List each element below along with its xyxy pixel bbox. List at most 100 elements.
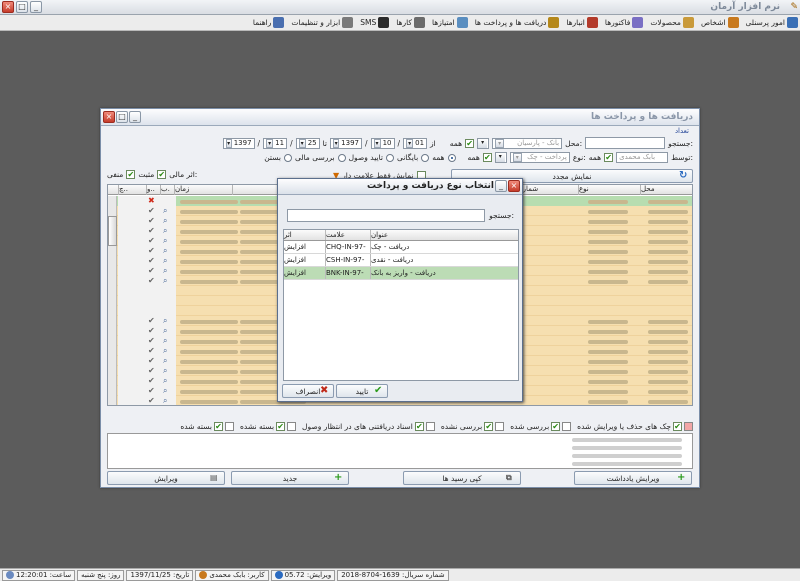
menu-item-7[interactable]: کارها <box>396 17 425 28</box>
legend-checkbox[interactable]: ✔ <box>213 421 223 431</box>
grid-vertical-scrollbar[interactable] <box>108 196 117 405</box>
status-all-checkbox[interactable]: ✔ <box>482 153 492 162</box>
magnifier-icon[interactable]: ⌕ <box>163 247 167 255</box>
magnifier-icon[interactable]: ⌕ <box>163 257 167 265</box>
delete-icon[interactable]: ✖ <box>148 197 155 205</box>
legend-checkbox[interactable]: ✔ <box>484 421 494 431</box>
dialog-close-button[interactable]: × <box>508 180 520 192</box>
type-select[interactable]: ▾ پرداخت - چک <box>509 152 570 163</box>
magnifier-icon[interactable]: ⌕ <box>163 397 167 405</box>
col-code[interactable]: علامت <box>325 230 370 240</box>
dialog-search-input[interactable] <box>287 209 486 222</box>
status-radio-confirmed[interactable] <box>385 153 394 162</box>
type-list-row[interactable]: دریافت - نقدی CSH-IN-97- افزایش <box>284 254 518 267</box>
status-radio-review[interactable] <box>337 153 346 162</box>
effect-positive-checkbox[interactable]: ✔ <box>157 170 167 179</box>
to-day-select[interactable]: ▾ 25 <box>295 137 320 149</box>
dialog-cancel-button[interactable]: انصراف ✖ <box>282 384 334 398</box>
check-icon[interactable]: ✔ <box>148 397 155 405</box>
copy-receipts-button[interactable]: کپی رسید ها ⧉ <box>403 471 521 485</box>
check-icon[interactable]: ✔ <box>148 327 155 335</box>
check-icon[interactable]: ✔ <box>148 267 155 275</box>
status-radio-close[interactable] <box>283 153 292 162</box>
col-title[interactable]: عنوان <box>370 230 518 240</box>
check-icon[interactable]: ✔ <box>148 337 155 345</box>
from-month-select[interactable]: ▾ 10 <box>370 137 395 149</box>
col-location[interactable]: محل <box>640 185 692 195</box>
from-day-select[interactable]: ▾ 01 <box>403 137 428 149</box>
from-year-select[interactable]: ▾ 1397 <box>329 137 362 149</box>
type-list-row[interactable]: دریافت - واریز به بانک BNK-IN-97- افزایش <box>284 267 518 280</box>
menu-item-3[interactable]: فاکتورها <box>605 17 644 28</box>
date-all-checkbox[interactable]: ✔ <box>465 138 475 148</box>
check-icon[interactable]: ✔ <box>148 207 155 215</box>
window-minimize-button[interactable]: _ <box>129 111 141 123</box>
type-list-row[interactable]: دریافت - چک CHQ-IN-97- افزایش <box>284 241 518 254</box>
col-v[interactable]: و.. <box>146 185 160 195</box>
legend-checkbox[interactable]: ✔ <box>551 421 561 431</box>
check-icon[interactable]: ✔ <box>148 227 155 235</box>
by-all-checkbox[interactable]: ✔ <box>604 153 614 162</box>
magnifier-icon[interactable]: ⌕ <box>163 207 167 215</box>
magnifier-icon[interactable]: ⌕ <box>163 377 167 385</box>
menu-item-0[interactable]: امور پرسنلی <box>746 17 798 28</box>
new-button[interactable]: جدید + <box>231 471 349 485</box>
app-close-button[interactable]: × <box>2 1 14 13</box>
location-select[interactable]: ▾ بانک - پارسیان <box>492 137 563 149</box>
col-b[interactable]: ب. <box>160 185 174 195</box>
magnifier-icon[interactable]: ⌕ <box>163 237 167 245</box>
check-icon[interactable]: ✔ <box>148 377 155 385</box>
app-maximize-button[interactable]: □ <box>16 1 28 13</box>
type-dropdown[interactable]: ▾ <box>494 152 507 163</box>
magnifier-icon[interactable]: ⌕ <box>163 357 167 365</box>
magnifier-icon[interactable]: ⌕ <box>163 227 167 235</box>
status-radio-archive[interactable] <box>421 153 430 162</box>
magnifier-icon[interactable]: ⌕ <box>163 337 167 345</box>
to-month-select[interactable]: ▾ 11 <box>263 137 288 149</box>
check-icon[interactable]: ✔ <box>148 257 155 265</box>
by-select[interactable]: بابک محمدی <box>616 152 669 163</box>
menu-item-1[interactable]: اشخاص <box>701 17 739 28</box>
col-effect[interactable]: اثر <box>284 230 325 240</box>
legend-checkbox[interactable]: ✔ <box>276 421 286 431</box>
location-dropdown[interactable]: ▾ <box>477 137 490 149</box>
type-list[interactable]: عنوان علامت اثر دریافت - چک CHQ-IN-97- افز… <box>283 229 519 381</box>
magnifier-icon[interactable]: ⌕ <box>163 387 167 395</box>
check-icon[interactable]: ✔ <box>148 237 155 245</box>
notes-area[interactable] <box>107 433 693 469</box>
check-icon[interactable]: ✔ <box>148 277 155 285</box>
menu-item-4[interactable]: انبارها <box>566 17 598 28</box>
menu-item-8[interactable]: SMS <box>360 17 390 28</box>
menu-item-2[interactable]: محصولات <box>650 17 694 28</box>
window-close-button[interactable]: × <box>103 111 115 123</box>
magnifier-icon[interactable]: ⌕ <box>163 217 167 225</box>
menu-item-5[interactable]: دریافت ها و پرداخت ها <box>475 17 560 28</box>
menu-item-10[interactable]: راهنما <box>253 17 285 28</box>
grid-scroll-thumb[interactable] <box>108 216 117 246</box>
magnifier-icon[interactable]: ⌕ <box>163 267 167 275</box>
magnifier-icon[interactable]: ⌕ <box>163 347 167 355</box>
search-input[interactable] <box>585 137 666 149</box>
check-icon[interactable]: ✔ <box>148 347 155 355</box>
app-minimize-button[interactable]: _ <box>30 1 42 13</box>
menu-item-6[interactable]: امتیازها <box>432 17 468 28</box>
check-icon[interactable]: ✔ <box>148 387 155 395</box>
col-number[interactable]: شماره <box>518 185 578 195</box>
check-icon[interactable]: ✔ <box>148 317 155 325</box>
legend-checkbox[interactable]: ✔ <box>673 421 682 431</box>
edit-note-button[interactable]: ویرایش یادداشت + <box>574 471 692 485</box>
check-icon[interactable]: ✔ <box>148 247 155 255</box>
check-icon[interactable]: ✔ <box>148 217 155 225</box>
magnifier-icon[interactable]: ⌕ <box>163 327 167 335</box>
magnifier-icon[interactable]: ⌕ <box>163 317 167 325</box>
magnifier-icon[interactable]: ⌕ <box>163 277 167 285</box>
col-time[interactable]: زمان <box>174 185 232 195</box>
edit-button[interactable]: ویرایش ▤ <box>107 471 225 485</box>
window-maximize-button[interactable]: □ <box>116 111 128 123</box>
dialog-confirm-button[interactable]: تایید ✔ <box>336 384 388 398</box>
menu-item-9[interactable]: ابزار و تنظیمات <box>291 17 354 28</box>
to-year-select[interactable]: ▾ 1397 <box>222 137 255 149</box>
dialog-minimize-button[interactable]: _ <box>495 180 507 192</box>
magnifier-icon[interactable]: ⌕ <box>163 367 167 375</box>
status-radio-all[interactable] <box>447 153 456 162</box>
